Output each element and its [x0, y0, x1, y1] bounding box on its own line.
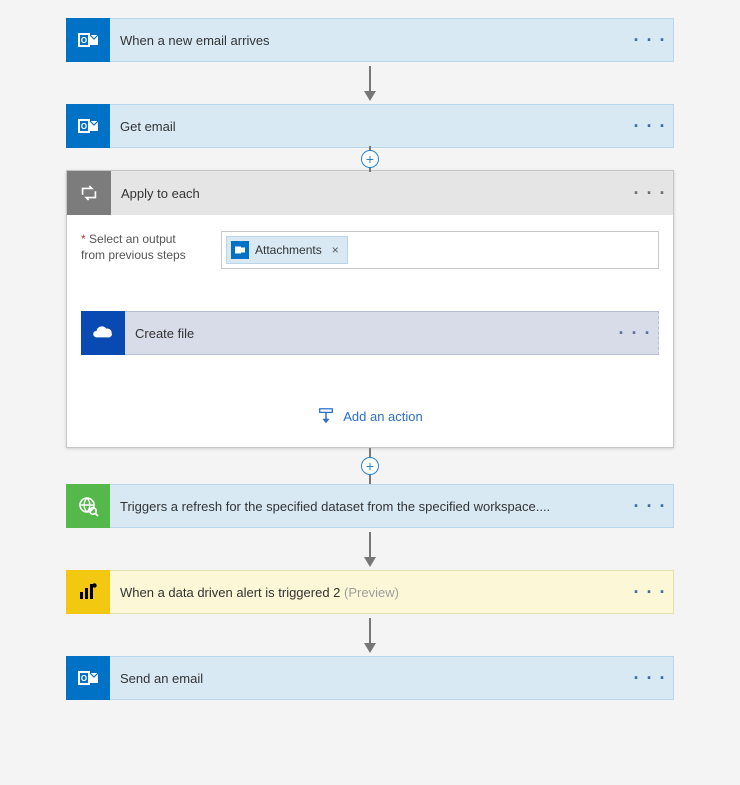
step-title: When a data driven alert is triggered 2 … [110, 585, 627, 600]
step-title: Triggers a refresh for the specified dat… [110, 499, 627, 514]
step-title: When a new email arrives [110, 33, 627, 48]
onedrive-icon [81, 311, 125, 355]
outlook-icon: O [66, 18, 110, 62]
outlook-icon: O [66, 656, 110, 700]
add-action-button[interactable]: Add an action [81, 407, 659, 425]
svg-text:O: O [81, 122, 87, 131]
add-action-icon [317, 407, 335, 425]
container-header[interactable]: Apply to each · · · [67, 171, 673, 215]
step-menu-button[interactable]: · · · [627, 183, 673, 204]
step-refresh-dataset[interactable]: Triggers a refresh for the specified dat… [66, 484, 674, 528]
outlook-icon: O [66, 104, 110, 148]
connector-arrow [66, 614, 674, 656]
svg-text:O: O [81, 674, 87, 683]
loop-icon [67, 171, 111, 215]
insert-step-plus: + [66, 448, 674, 484]
step-title: Send an email [110, 671, 627, 686]
select-output-field-row: * Select an output from previous steps A… [81, 231, 659, 269]
connector-arrow [66, 62, 674, 104]
step-menu-button[interactable]: · · · [612, 323, 658, 344]
add-action-label: Add an action [343, 409, 423, 424]
container-title: Apply to each [111, 186, 627, 201]
globe-icon [66, 484, 110, 528]
plus-icon[interactable]: + [361, 457, 379, 475]
insert-step-plus: + [66, 148, 674, 170]
step-menu-button[interactable]: · · · [627, 116, 673, 137]
step-menu-button[interactable]: · · · [627, 30, 673, 51]
step-get-email[interactable]: O Get email · · · [66, 104, 674, 148]
step-menu-button[interactable]: · · · [627, 496, 673, 517]
output-token-field[interactable]: Attachments × [221, 231, 659, 269]
svg-text:O: O [81, 36, 87, 45]
step-new-email-arrives[interactable]: O When a new email arrives · · · [66, 18, 674, 62]
plus-icon[interactable]: + [361, 150, 379, 168]
step-title: Get email [110, 119, 627, 134]
step-create-file[interactable]: Create file · · · [81, 311, 659, 355]
token-label: Attachments [255, 243, 322, 257]
flow-canvas: O When a new email arrives · · · O Get e… [66, 18, 674, 700]
attachments-token[interactable]: Attachments × [226, 236, 348, 264]
step-data-driven-alert[interactable]: When a data driven alert is triggered 2 … [66, 570, 674, 614]
step-menu-button[interactable]: · · · [627, 668, 673, 689]
connector-arrow [66, 528, 674, 570]
step-menu-button[interactable]: · · · [627, 582, 673, 603]
step-send-email[interactable]: O Send an email · · · [66, 656, 674, 700]
outlook-icon [231, 241, 249, 259]
apply-to-each-container: Apply to each · · · * Select an output f… [66, 170, 674, 448]
field-label: * Select an output from previous steps [81, 231, 209, 263]
step-title: Create file [125, 326, 612, 341]
token-remove-button[interactable]: × [332, 243, 339, 257]
powerbi-icon [66, 570, 110, 614]
